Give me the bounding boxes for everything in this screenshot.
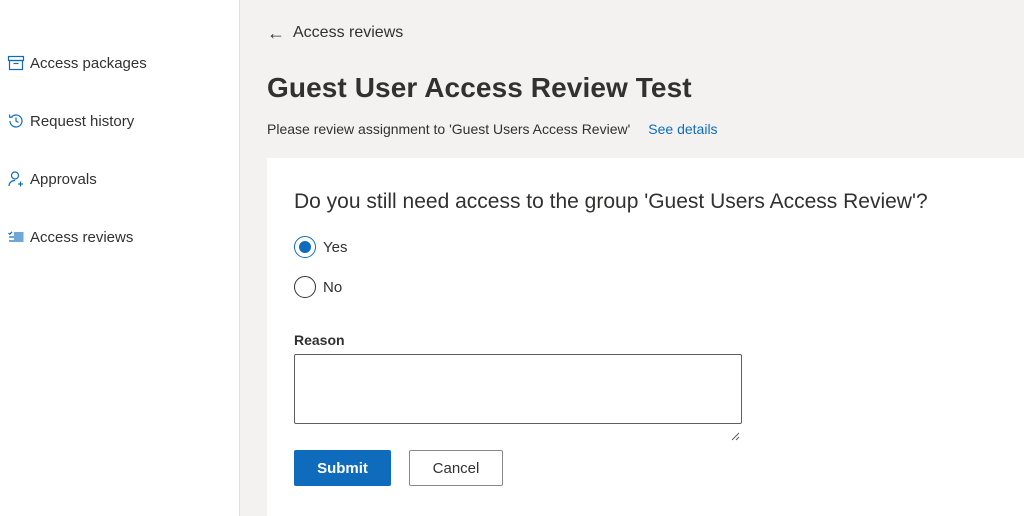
page-title: Guest User Access Review Test <box>267 72 692 103</box>
radio-button-unchecked[interactable] <box>294 276 316 298</box>
sidebar-item-label: Approvals <box>30 170 97 188</box>
form-actions: Submit Cancel <box>294 450 1024 486</box>
subtitle-text: Please review assignment to 'Guest Users… <box>267 121 631 137</box>
sidebar-item-access-reviews[interactable]: Access reviews <box>0 208 239 266</box>
cancel-button[interactable]: Cancel <box>409 450 503 486</box>
review-card: Do you still need access to the group 'G… <box>267 158 1024 516</box>
reason-label: Reason <box>294 332 345 348</box>
checklist-icon <box>6 227 26 247</box>
main-content: ← Access reviews Guest User Access Revie… <box>240 0 1024 516</box>
radio-button-checked[interactable] <box>294 236 316 258</box>
sidebar-item-label: Access reviews <box>30 228 134 246</box>
radio-option-yes[interactable]: Yes <box>294 236 1024 258</box>
subtitle-row: Please review assignment to 'Guest Users… <box>267 121 718 137</box>
radio-label-yes: Yes <box>323 238 348 256</box>
submit-button[interactable]: Submit <box>294 450 391 486</box>
back-link-label: Access reviews <box>293 24 404 41</box>
radio-label-no: No <box>323 278 343 296</box>
app-window: Access packages Request history Approval… <box>0 0 1024 516</box>
history-icon <box>6 111 26 131</box>
sidebar-item-label: Access packages <box>30 54 147 72</box>
see-details-link[interactable]: See details <box>648 121 717 137</box>
person-add-icon <box>6 169 26 189</box>
sidebar: Access packages Request history Approval… <box>0 0 240 516</box>
review-question: Do you still need access to the group 'G… <box>294 190 928 213</box>
sidebar-item-approvals[interactable]: Approvals <box>0 150 239 208</box>
sidebar-item-access-packages[interactable]: Access packages <box>0 34 239 92</box>
arrow-left-icon: ← <box>267 23 285 43</box>
sidebar-item-label: Request history <box>30 112 135 130</box>
resize-handle-icon[interactable] <box>731 432 740 441</box>
package-icon <box>6 53 26 73</box>
back-link[interactable]: ← Access reviews <box>267 24 403 42</box>
radio-option-no[interactable]: No <box>294 276 1024 298</box>
reason-textarea[interactable] <box>294 354 742 424</box>
sidebar-item-request-history[interactable]: Request history <box>0 92 239 150</box>
